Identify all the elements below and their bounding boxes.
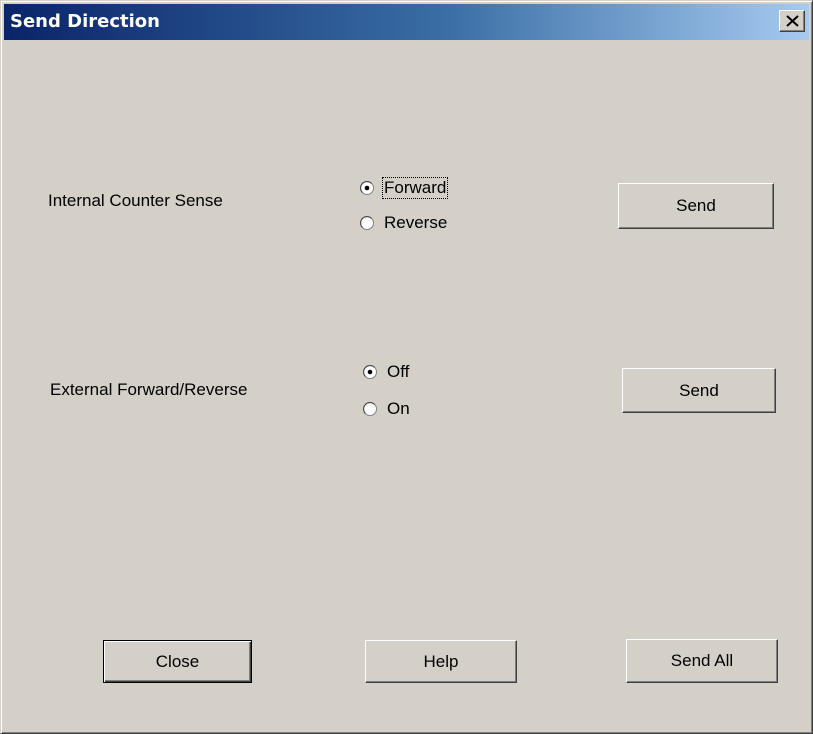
- radio-off[interactable]: Off: [363, 361, 410, 383]
- send-all-button[interactable]: Send All: [626, 639, 778, 683]
- radio-forward[interactable]: Forward: [360, 177, 449, 199]
- send-direction-dialog: Send Direction Internal Counter Sense Fo…: [0, 0, 813, 734]
- internal-counter-sense-label: Internal Counter Sense: [48, 191, 223, 210]
- window-title: Send Direction: [10, 11, 160, 32]
- radio-unselected-icon[interactable]: [360, 216, 374, 230]
- radio-on-label: On: [387, 399, 410, 418]
- radio-reverse[interactable]: Reverse: [360, 212, 448, 234]
- radio-forward-label: Forward: [381, 177, 449, 199]
- radio-reverse-label: Reverse: [384, 213, 448, 232]
- radio-selected-icon[interactable]: [363, 365, 377, 379]
- help-button[interactable]: Help: [365, 640, 517, 683]
- title-bar[interactable]: Send Direction: [4, 4, 809, 40]
- external-forward-reverse-label: External Forward/Reverse: [50, 380, 248, 399]
- close-window-button[interactable]: [779, 10, 805, 32]
- radio-off-label: Off: [387, 362, 410, 381]
- radio-selected-icon[interactable]: [360, 181, 374, 195]
- radio-unselected-icon[interactable]: [363, 402, 377, 416]
- radio-on[interactable]: On: [363, 398, 411, 420]
- close-icon: [786, 15, 799, 27]
- send-internal-counter-button[interactable]: Send: [618, 183, 774, 229]
- send-external-fr-button[interactable]: Send: [622, 368, 776, 413]
- close-button[interactable]: Close: [103, 640, 252, 683]
